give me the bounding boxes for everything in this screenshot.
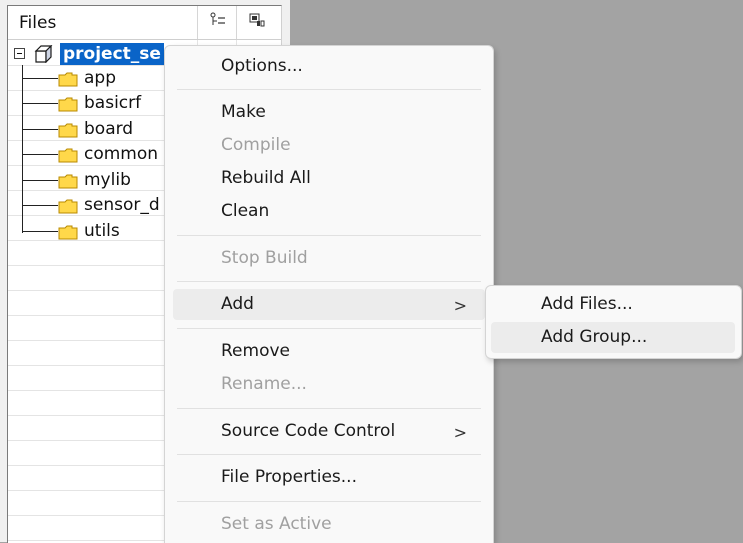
- menu-separator: [177, 328, 481, 329]
- folder-label: sensor_d: [84, 195, 160, 215]
- menu-item-label: Remove: [221, 341, 290, 361]
- menu-item-clean[interactable]: Clean: [173, 196, 485, 227]
- folder-icon: [58, 123, 78, 138]
- submenu-arrow-icon: >: [453, 296, 467, 315]
- menu-separator: [177, 89, 481, 90]
- menu-item-options[interactable]: Options...: [173, 51, 485, 82]
- folder-label: basicrf: [84, 93, 142, 113]
- files-column-header[interactable]: Files: [19, 13, 56, 33]
- menu-item-label: Compile: [221, 135, 291, 155]
- options-column-header[interactable]: [236, 6, 276, 39]
- menu-item-rename: Rename...: [173, 369, 485, 400]
- menu-item-stop-build: Stop Build: [173, 243, 485, 274]
- folder-icon: [58, 72, 78, 87]
- context-menu: Options... Make Compile Rebuild All Clea…: [164, 45, 494, 543]
- menu-separator: [177, 408, 481, 409]
- menu-item-label: Make: [221, 102, 266, 122]
- add-submenu: Add Files... Add Group...: [485, 285, 742, 359]
- file-tree-header: Files: [8, 6, 281, 40]
- menu-item-label: Add Files...: [541, 294, 633, 314]
- folder-label: mylib: [84, 170, 131, 190]
- tree-root-label[interactable]: project_se: [60, 43, 164, 65]
- menu-item-label: Options...: [221, 56, 303, 76]
- menu-item-label: Set as Active: [221, 514, 332, 534]
- folder-label: board: [84, 119, 134, 139]
- menu-item-label: Stop Build: [221, 248, 308, 268]
- menu-item-rebuild-all[interactable]: Rebuild All: [173, 163, 485, 194]
- folder-label: common: [84, 144, 159, 164]
- menu-separator: [177, 235, 481, 236]
- folder-icon: [58, 225, 78, 240]
- folder-icon: [58, 174, 78, 189]
- menu-item-label: Rebuild All: [221, 168, 311, 188]
- menu-item-compile: Compile: [173, 130, 485, 161]
- dependency-column-header[interactable]: [197, 6, 237, 39]
- folder-icon: [58, 199, 78, 214]
- project-cube-icon: [34, 45, 53, 63]
- menu-separator: [177, 454, 481, 455]
- menu-item-file-properties[interactable]: File Properties...: [173, 462, 485, 493]
- submenu-arrow-icon: >: [453, 423, 467, 442]
- dependency-icon: [210, 12, 225, 25]
- folder-icon: [58, 97, 78, 112]
- options-icon: [249, 13, 265, 27]
- menu-item-remove[interactable]: Remove: [173, 336, 485, 367]
- folder-label: utils: [84, 221, 120, 241]
- folder-label: app: [84, 68, 116, 88]
- collapse-icon[interactable]: [14, 48, 25, 59]
- menu-item-label: Clean: [221, 201, 270, 221]
- menu-item-set-as-active: Set as Active: [173, 509, 485, 540]
- menu-item-source-code-control[interactable]: Source Code Control >: [173, 416, 485, 447]
- menu-item-make[interactable]: Make: [173, 97, 485, 128]
- menu-item-label: File Properties...: [221, 467, 357, 487]
- folder-icon: [58, 148, 78, 163]
- submenu-item-add-files[interactable]: Add Files...: [491, 289, 735, 320]
- submenu-item-add-group[interactable]: Add Group...: [491, 322, 735, 353]
- menu-separator: [177, 281, 481, 282]
- menu-item-label: Add: [221, 294, 254, 314]
- menu-item-label: Add Group...: [541, 327, 648, 347]
- menu-separator: [177, 501, 481, 502]
- menu-item-label: Source Code Control: [221, 421, 396, 441]
- menu-item-label: Rename...: [221, 374, 307, 394]
- menu-item-add[interactable]: Add >: [173, 289, 485, 320]
